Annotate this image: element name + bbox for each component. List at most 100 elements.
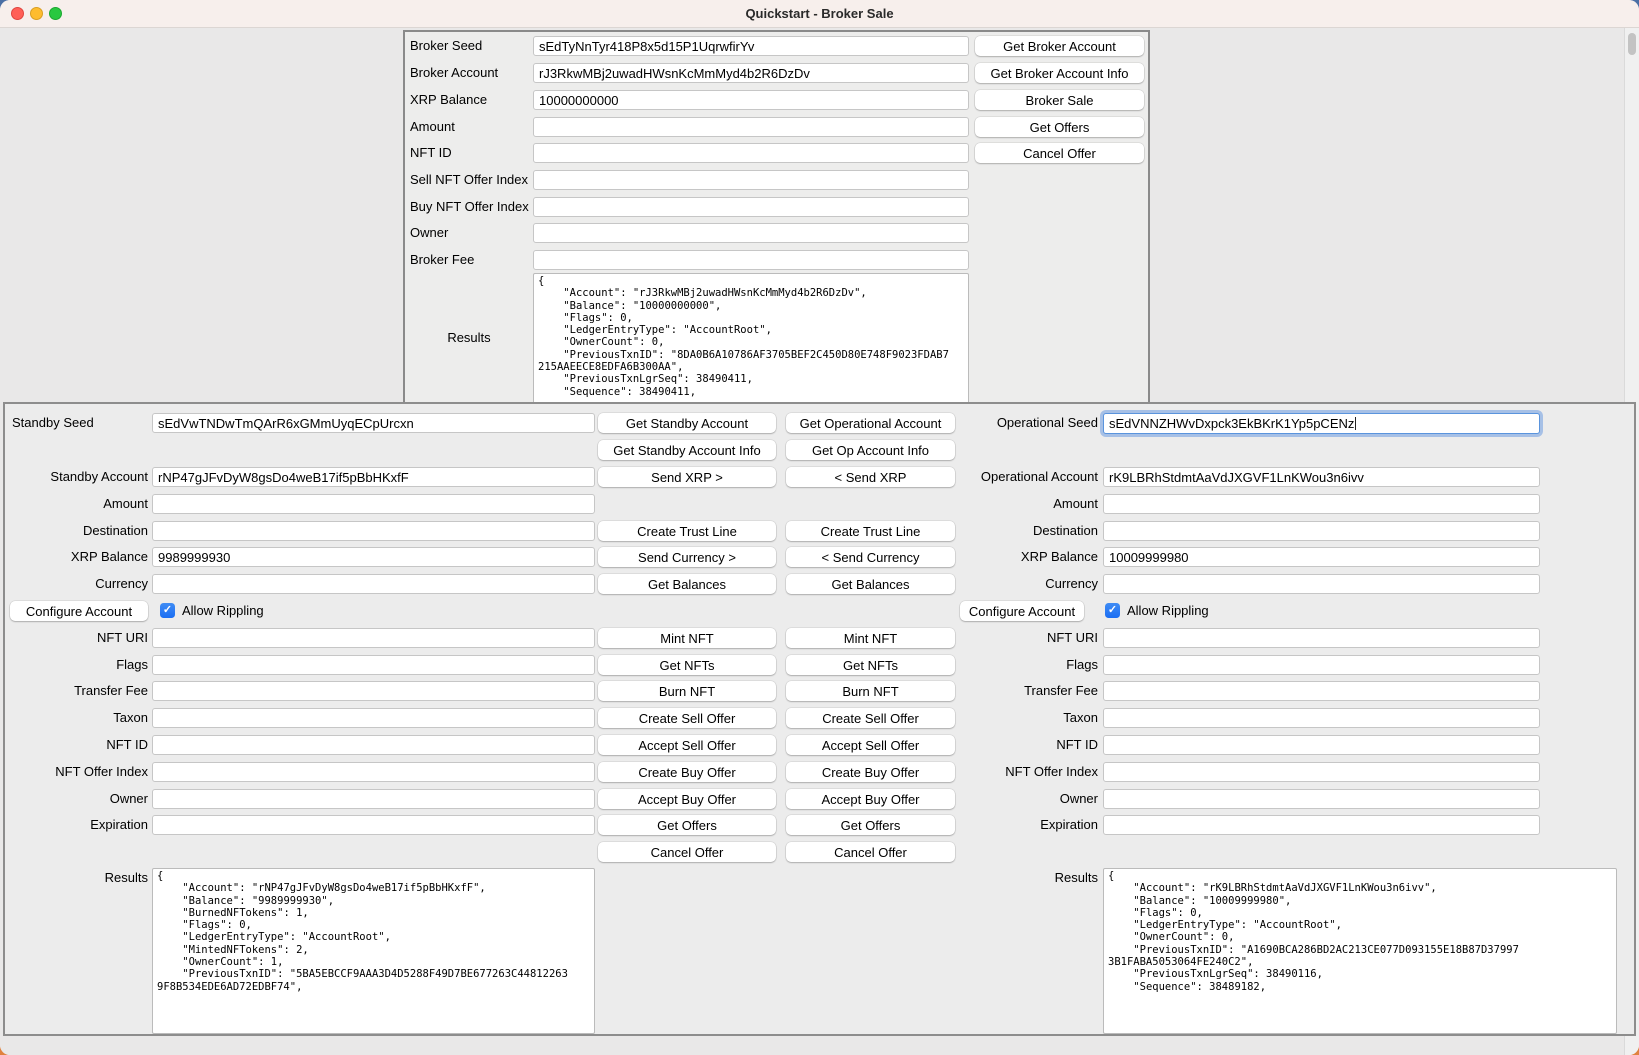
standby-taxon-label: Taxon <box>5 710 148 726</box>
send-xrp-right-button[interactable]: Send XRP > <box>598 467 776 487</box>
broker-buy-nft-offer-index-input[interactable] <box>533 197 969 217</box>
allow-rippling-standby-checkbox[interactable]: ✓ <box>160 603 175 618</box>
operational-nft-offer-index-input[interactable] <box>1103 762 1540 782</box>
operational-expiration-input[interactable] <box>1103 815 1540 835</box>
broker-seed-input[interactable] <box>533 36 969 56</box>
operational-results-label: Results <box>955 870 1098 886</box>
broker-seed-label: Broker Seed <box>410 38 530 54</box>
standby-nft-offer-index-input[interactable] <box>152 762 595 782</box>
operational-transfer-fee-input[interactable] <box>1103 681 1540 701</box>
standby-seed-input[interactable] <box>152 413 595 433</box>
standby-xrp-balance-label: XRP Balance <box>5 549 148 565</box>
broker-account-input[interactable] <box>533 63 969 83</box>
allow-rippling-operational-label: Allow Rippling <box>1127 603 1209 619</box>
cancel-offer-standby-button[interactable]: Cancel Offer <box>598 842 776 862</box>
standby-account-label: Standby Account <box>5 469 148 485</box>
create-buy-offer-standby-button[interactable]: Create Buy Offer <box>598 762 776 782</box>
operational-account-input[interactable] <box>1103 467 1540 487</box>
operational-nft-uri-input[interactable] <box>1103 628 1540 648</box>
create-buy-offer-operational-button[interactable]: Create Buy Offer <box>786 762 955 782</box>
get-broker-account-button[interactable]: Get Broker Account <box>975 36 1144 56</box>
get-standby-account-info-button[interactable]: Get Standby Account Info <box>598 440 776 460</box>
broker-results-textarea[interactable]: { "Account": "rJ3RkwMBj2uwadHWsnKcMmMyd4… <box>533 273 969 405</box>
standby-nft-uri-input[interactable] <box>152 628 595 648</box>
broker-owner-input[interactable] <box>533 223 969 243</box>
scrollbar-thumb[interactable] <box>1628 33 1636 55</box>
cancel-offer-broker-button[interactable]: Cancel Offer <box>975 143 1144 163</box>
operational-seed-input[interactable]: sEdVNNZHWvDxpck3EkBKrK1Yp5pCENz <box>1103 413 1540 434</box>
operational-nft-offer-index-label: NFT Offer Index <box>955 764 1098 780</box>
broker-nft-id-label: NFT ID <box>410 145 530 161</box>
burn-nft-operational-button[interactable]: Burn NFT <box>786 681 955 701</box>
standby-flags-label: Flags <box>5 657 148 673</box>
create-trust-line-operational-button[interactable]: Create Trust Line <box>786 521 955 541</box>
mint-nft-operational-button[interactable]: Mint NFT <box>786 628 955 648</box>
get-operational-account-button[interactable]: Get Operational Account <box>786 413 955 433</box>
create-sell-offer-operational-button[interactable]: Create Sell Offer <box>786 708 955 728</box>
cancel-offer-operational-button[interactable]: Cancel Offer <box>786 842 955 862</box>
allow-rippling-standby-label: Allow Rippling <box>182 603 264 619</box>
get-nfts-operational-button[interactable]: Get NFTs <box>786 655 955 675</box>
operational-destination-input[interactable] <box>1103 521 1540 541</box>
operational-nft-id-input[interactable] <box>1103 735 1540 755</box>
create-trust-line-standby-button[interactable]: Create Trust Line <box>598 521 776 541</box>
operational-taxon-input[interactable] <box>1103 708 1540 728</box>
quickstart-form-window: Standby Seed Operational Seed sEdVNNZHWv… <box>3 402 1636 1036</box>
get-balances-standby-button[interactable]: Get Balances <box>598 574 776 594</box>
standby-taxon-input[interactable] <box>152 708 595 728</box>
get-offers-operational-button[interactable]: Get Offers <box>786 815 955 835</box>
get-offers-broker-button[interactable]: Get Offers <box>975 117 1144 137</box>
accept-sell-offer-standby-button[interactable]: Accept Sell Offer <box>598 735 776 755</box>
broker-panel: Broker Seed Broker Account XRP Balance A… <box>403 30 1150 405</box>
broker-sale-button[interactable]: Broker Sale <box>975 90 1144 110</box>
app-window: Quickstart - Broker Sale Broker Seed Bro… <box>0 0 1639 1055</box>
standby-transfer-fee-input[interactable] <box>152 681 595 701</box>
allow-rippling-operational-checkbox[interactable]: ✓ <box>1105 603 1120 618</box>
get-op-account-info-button[interactable]: Get Op Account Info <box>786 440 955 460</box>
send-xrp-left-button[interactable]: < Send XRP <box>786 467 955 487</box>
broker-sell-nft-offer-index-input[interactable] <box>533 170 969 190</box>
get-offers-standby-button[interactable]: Get Offers <box>598 815 776 835</box>
standby-results-textarea[interactable]: { "Account": "rNP47gJFvDyW8gsDo4weB17if5… <box>152 868 595 1034</box>
standby-results-label: Results <box>5 870 148 886</box>
accept-buy-offer-operational-button[interactable]: Accept Buy Offer <box>786 789 955 809</box>
standby-currency-input[interactable] <box>152 574 595 594</box>
operational-currency-input[interactable] <box>1103 574 1540 594</box>
operational-results-textarea[interactable]: { "Account": "rK9LBRhStdmtAaVdJXGVF1LnKW… <box>1103 868 1617 1034</box>
get-nfts-standby-button[interactable]: Get NFTs <box>598 655 776 675</box>
broker-amount-input[interactable] <box>533 117 969 137</box>
burn-nft-standby-button[interactable]: Burn NFT <box>598 681 776 701</box>
send-currency-right-button[interactable]: Send Currency > <box>598 547 776 567</box>
standby-amount-input[interactable] <box>152 494 595 514</box>
operational-taxon-label: Taxon <box>955 710 1098 726</box>
broker-nft-id-input[interactable] <box>533 143 969 163</box>
standby-flags-input[interactable] <box>152 655 595 675</box>
configure-account-standby-button[interactable]: Configure Account <box>10 601 148 621</box>
accept-sell-offer-operational-button[interactable]: Accept Sell Offer <box>786 735 955 755</box>
standby-destination-input[interactable] <box>152 521 595 541</box>
operational-flags-label: Flags <box>955 657 1098 673</box>
operational-amount-input[interactable] <box>1103 494 1540 514</box>
standby-nft-id-input[interactable] <box>152 735 595 755</box>
standby-account-input[interactable] <box>152 467 595 487</box>
operational-xrp-balance-input[interactable] <box>1103 547 1540 567</box>
operational-account-label: Operational Account <box>955 469 1098 485</box>
get-balances-operational-button[interactable]: Get Balances <box>786 574 955 594</box>
standby-owner-input[interactable] <box>152 789 595 809</box>
create-sell-offer-standby-button[interactable]: Create Sell Offer <box>598 708 776 728</box>
broker-xrp-balance-input[interactable] <box>533 90 969 110</box>
standby-expiration-input[interactable] <box>152 815 595 835</box>
configure-account-operational-button[interactable]: Configure Account <box>960 601 1084 621</box>
get-broker-account-info-button[interactable]: Get Broker Account Info <box>975 63 1144 83</box>
broker-amount-label: Amount <box>410 119 530 135</box>
accept-buy-offer-standby-button[interactable]: Accept Buy Offer <box>598 789 776 809</box>
standby-xrp-balance-input[interactable] <box>152 547 595 567</box>
operational-amount-label: Amount <box>955 496 1098 512</box>
operational-flags-input[interactable] <box>1103 655 1540 675</box>
broker-fee-input[interactable] <box>533 250 969 270</box>
send-currency-left-button[interactable]: < Send Currency <box>786 547 955 567</box>
operational-owner-input[interactable] <box>1103 789 1540 809</box>
standby-destination-label: Destination <box>5 523 148 539</box>
mint-nft-standby-button[interactable]: Mint NFT <box>598 628 776 648</box>
get-standby-account-button[interactable]: Get Standby Account <box>598 413 776 433</box>
